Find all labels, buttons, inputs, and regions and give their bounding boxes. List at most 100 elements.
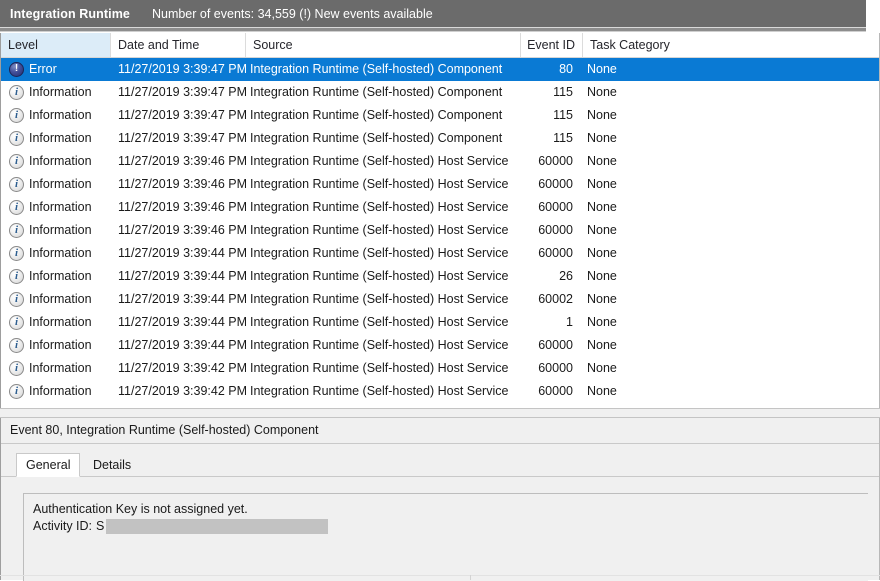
- window-title: Integration Runtime: [10, 7, 130, 21]
- header-bar-filler: [866, 0, 880, 28]
- information-icon: [9, 338, 24, 353]
- cell-source: Integration Runtime (Self-hosted) Host S…: [250, 173, 518, 196]
- level-label: Information: [29, 150, 92, 173]
- window-header-bar: Integration Runtime Number of events: 34…: [0, 0, 866, 28]
- cell-task-category: None: [587, 173, 787, 196]
- cell-source: Integration Runtime (Self-hosted) Compon…: [250, 104, 518, 127]
- cell-date-and-time: 11/27/2019 3:39:47 PM: [118, 127, 246, 150]
- cell-event-id: 60000: [501, 173, 573, 196]
- cell-source: Integration Runtime (Self-hosted) Compon…: [250, 127, 518, 150]
- cell-level: Information: [9, 288, 109, 311]
- cell-task-category: None: [587, 242, 787, 265]
- level-label: Information: [29, 219, 92, 242]
- tab-details[interactable]: Details: [84, 454, 140, 478]
- event-description-box: Authentication Key is not assigned yet. …: [23, 493, 868, 581]
- information-icon: [9, 361, 24, 376]
- column-header-source[interactable]: Source: [246, 33, 521, 57]
- cell-task-category: None: [587, 81, 787, 104]
- table-row[interactable]: Error11/27/2019 3:39:47 PMIntegration Ru…: [1, 58, 879, 81]
- cell-source: Integration Runtime (Self-hosted) Host S…: [250, 242, 518, 265]
- bottom-vertical-divider: [470, 575, 471, 580]
- event-description-text: Authentication Key is not assigned yet.: [33, 501, 868, 518]
- cell-source: Integration Runtime (Self-hosted) Compon…: [250, 58, 518, 81]
- cell-event-id: 80: [501, 58, 573, 81]
- level-label: Information: [29, 127, 92, 150]
- event-list-rows: Error11/27/2019 3:39:47 PMIntegration Ru…: [1, 58, 879, 403]
- cell-level: Information: [9, 150, 109, 173]
- column-header-date-and-time[interactable]: Date and Time: [111, 33, 246, 57]
- cell-source: Integration Runtime (Self-hosted) Host S…: [250, 357, 518, 380]
- cell-source: Integration Runtime (Self-hosted) Host S…: [250, 288, 518, 311]
- activity-id-redaction-block: [106, 519, 328, 534]
- table-row[interactable]: Information11/27/2019 3:39:44 PMIntegrat…: [1, 242, 879, 265]
- bottom-divider: [0, 575, 880, 576]
- event-detail-header: Event 80, Integration Runtime (Self-host…: [1, 418, 879, 444]
- cell-source: Integration Runtime (Self-hosted) Host S…: [250, 150, 518, 173]
- cell-level: Information: [9, 196, 109, 219]
- table-row[interactable]: Information 11/27/2019 3:39:46 PMIntegrat…: [1, 196, 879, 219]
- cell-date-and-time: 11/27/2019 3:39:42 PM: [118, 380, 246, 403]
- cell-task-category: None: [587, 219, 787, 242]
- cell-date-and-time: 11/27/2019 3:39:44 PM: [118, 288, 246, 311]
- cell-level: Information: [9, 127, 109, 150]
- column-header-task-category[interactable]: Task Category: [583, 33, 868, 57]
- cell-task-category: None: [587, 334, 787, 357]
- table-row[interactable]: Information 11/27/2019 3:39:44 PMIntegrat…: [1, 288, 879, 311]
- table-row[interactable]: Information 11/27/2019 3:39:42 PMIntegrat…: [1, 357, 879, 380]
- cell-source: Integration Runtime (Self-hosted) Host S…: [250, 196, 518, 219]
- information-icon: [9, 108, 24, 123]
- cell-task-category: None: [587, 288, 787, 311]
- event-list-pane: Level Date and Time Source Event ID Task…: [0, 33, 880, 408]
- cell-task-category: None: [587, 380, 787, 403]
- cell-level: Information: [9, 334, 109, 357]
- cell-event-id: 60000: [501, 219, 573, 242]
- table-row[interactable]: Information11/27/2019 3:39:42 PMIntegrat…: [1, 380, 879, 403]
- cell-source: Integration Runtime (Self-hosted) Host S…: [250, 334, 518, 357]
- cell-source: Integration Runtime (Self-hosted) Host S…: [250, 219, 518, 242]
- tab-general[interactable]: General: [16, 453, 80, 477]
- level-label: Information: [29, 357, 92, 380]
- cell-date-and-time: 11/27/2019 3:39:46 PM: [118, 196, 246, 219]
- table-row[interactable]: Information11/27/2019 3:39:47 PMIntegrat…: [1, 81, 879, 104]
- table-row[interactable]: Information 11/27/2019 3:39:46 PMIntegrat…: [1, 150, 879, 173]
- level-label: Information: [29, 81, 92, 104]
- cell-level: Information: [9, 104, 109, 127]
- cell-event-id: 60000: [501, 196, 573, 219]
- information-icon: [9, 177, 24, 192]
- information-icon: [9, 223, 24, 238]
- table-row[interactable]: Information 11/27/2019 3:39:47 PMIntegrat…: [1, 127, 879, 150]
- information-icon: [9, 85, 24, 100]
- cell-level: Information: [9, 242, 109, 265]
- information-icon: [9, 154, 24, 169]
- column-header-level[interactable]: Level: [1, 33, 111, 57]
- cell-event-id: 115: [501, 127, 573, 150]
- table-row[interactable]: Information11/27/2019 3:39:46 PMIntegrat…: [1, 173, 879, 196]
- information-icon: [9, 246, 24, 261]
- table-row[interactable]: Information11/27/2019 3:39:46 PMIntegrat…: [1, 219, 879, 242]
- column-header-event-id[interactable]: Event ID: [521, 33, 583, 57]
- information-icon: [9, 315, 24, 330]
- cell-date-and-time: 11/27/2019 3:39:46 PM: [118, 150, 246, 173]
- cell-event-id: 60000: [501, 150, 573, 173]
- level-label: Information: [29, 242, 92, 265]
- cell-event-id: 1: [501, 311, 573, 334]
- table-row[interactable]: Information11/27/2019 3:39:44 PMIntegrat…: [1, 311, 879, 334]
- cell-date-and-time: 11/27/2019 3:39:42 PM: [118, 357, 246, 380]
- cell-task-category: None: [587, 104, 787, 127]
- cell-event-id: 115: [501, 81, 573, 104]
- table-row[interactable]: Information11/27/2019 3:39:44 PMIntegrat…: [1, 334, 879, 357]
- activity-id-visible-char: S: [96, 518, 104, 535]
- column-header-row: Level Date and Time Source Event ID Task…: [1, 33, 879, 58]
- cell-event-id: 26: [501, 265, 573, 288]
- cell-event-id: 60002: [501, 288, 573, 311]
- cell-date-and-time: 11/27/2019 3:39:47 PM: [118, 58, 246, 81]
- event-count-status: Number of events: 34,559 (!) New events …: [152, 7, 433, 21]
- table-row[interactable]: Information11/27/2019 3:39:47 PMIntegrat…: [1, 104, 879, 127]
- cell-level: Information: [9, 265, 109, 288]
- cell-event-id: 60000: [501, 334, 573, 357]
- event-detail-pane: Event 80, Integration Runtime (Self-host…: [0, 418, 880, 580]
- pane-splitter[interactable]: [0, 408, 880, 418]
- cell-date-and-time: 11/27/2019 3:39:46 PM: [118, 173, 246, 196]
- table-row[interactable]: Information11/27/2019 3:39:44 PMIntegrat…: [1, 265, 879, 288]
- cell-date-and-time: 11/27/2019 3:39:44 PM: [118, 311, 246, 334]
